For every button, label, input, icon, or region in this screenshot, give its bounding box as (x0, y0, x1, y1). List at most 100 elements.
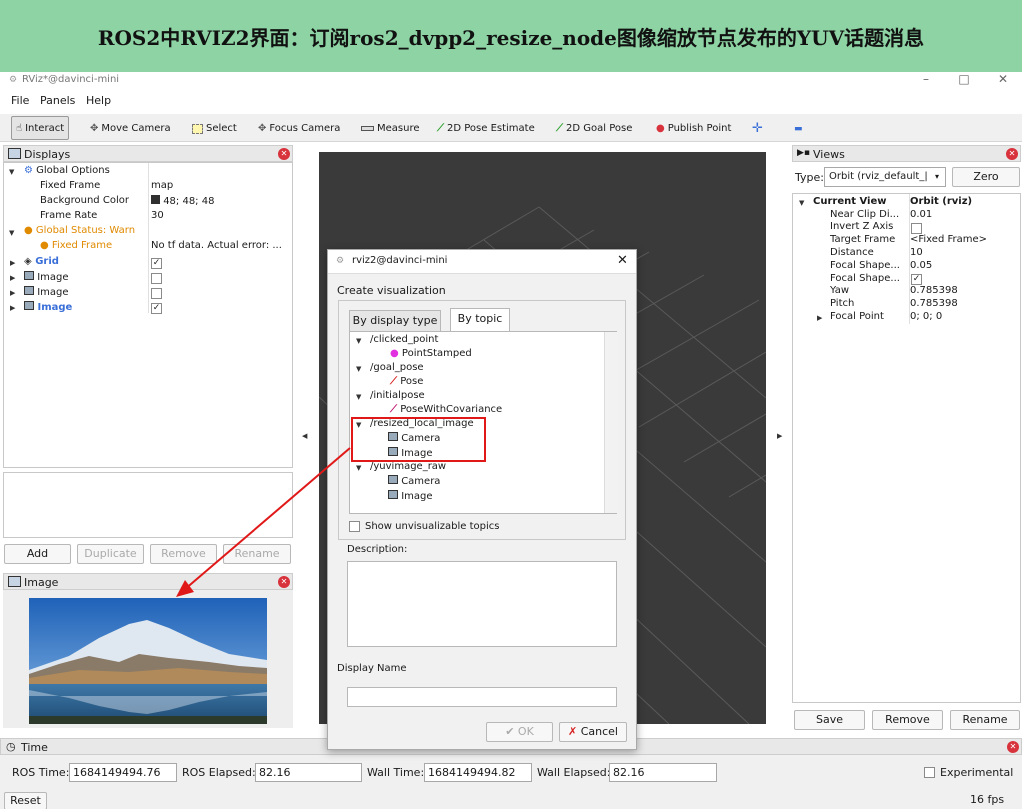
near-clip-value[interactable]: 0.01 (910, 209, 932, 224)
topic-goal-pose[interactable]: /goal_pose (370, 362, 424, 377)
tab-by-display-type[interactable]: By display type (349, 310, 441, 332)
window-title: RViz*@davinci-mini (22, 74, 120, 85)
tree-row-grid[interactable]: ◈ Grid (24, 256, 59, 271)
focal-point-label: Focal Point (830, 311, 884, 322)
duplicate-display-button[interactable]: Duplicate (77, 544, 144, 564)
frame-rate-label: Frame Rate (40, 210, 98, 221)
tab-by-topic[interactable]: By topic (450, 308, 510, 332)
topic-item-pose[interactable]: ⟋ Pose (390, 376, 423, 391)
wall-time-field[interactable]: 1684149494.82 (424, 763, 532, 782)
frame-rate-value[interactable]: 30 (151, 210, 164, 225)
focus-camera-tool[interactable]: ✥ Focus Camera (258, 120, 340, 137)
invert-z-checkbox[interactable] (911, 223, 922, 234)
bg-color-value[interactable]: 48; 48; 48 (151, 195, 214, 210)
menu-panels[interactable]: Panels (40, 94, 75, 107)
expand-caret-icon[interactable]: ▼ (356, 393, 361, 401)
expand-caret-icon[interactable]: ▼ (9, 168, 14, 176)
focal-point-value[interactable]: 0; 0; 0 (910, 311, 942, 326)
menu-help[interactable]: Help (86, 94, 111, 107)
wall-elapsed-field[interactable]: 82.16 (609, 763, 717, 782)
grid-checkbox[interactable]: ✓ (151, 258, 162, 269)
expand-caret-icon[interactable]: ▼ (9, 229, 14, 237)
cancel-label: Cancel (580, 725, 618, 738)
ros-time-field[interactable]: 1684149494.76 (69, 763, 177, 782)
image-1-checkbox[interactable] (151, 273, 162, 284)
tree-row-image-1[interactable]: Image (24, 271, 69, 286)
topic-yuvimage-raw[interactable]: /yuvimage_raw (370, 461, 446, 476)
close-image-panel-icon[interactable]: ✕ (278, 576, 290, 588)
views-tree: ▼ Current View Orbit (rviz) Near Clip Di… (792, 193, 1021, 703)
tree-row-image-2[interactable]: Image (24, 286, 69, 301)
tree-row-global-status[interactable]: ● Global Status: Warn (24, 225, 135, 240)
show-unvisualizable-checkbox[interactable] (349, 521, 360, 532)
global-options-label: Global Options (36, 165, 110, 176)
focal-shape-fixed-checkbox[interactable]: ✓ (911, 274, 922, 285)
collapse-caret-icon[interactable]: ▶ (817, 314, 822, 322)
image-icon (388, 490, 398, 499)
collapse-caret-icon[interactable]: ▶ (10, 274, 15, 282)
collapse-left-arrow-icon[interactable]: ◀ (302, 432, 307, 440)
move-camera-label: Move Camera (101, 123, 171, 134)
rviz-logo-icon: ⚙ (336, 256, 345, 266)
measure-tool[interactable]: Measure (361, 120, 420, 137)
image-2-checkbox[interactable] (151, 288, 162, 299)
add-tool-button[interactable]: ✛ (752, 120, 763, 137)
expand-caret-icon[interactable]: ▼ (356, 365, 361, 373)
goal-pose-tool[interactable]: ⟋ 2D Goal Pose (556, 120, 632, 137)
expand-caret-icon[interactable]: ▼ (799, 199, 804, 207)
expand-caret-icon[interactable]: ▼ (356, 464, 361, 472)
experimental-checkbox[interactable] (924, 767, 935, 778)
close-time-icon[interactable]: ✕ (1007, 741, 1019, 753)
focus-crosshair-icon: ✥ (258, 123, 267, 134)
ok-button[interactable]: ✔ OK (486, 722, 553, 742)
tree-row-global-options[interactable]: ⚙ Global Options (24, 165, 110, 180)
pose-estimate-label: 2D Pose Estimate (447, 123, 535, 134)
close-displays-icon[interactable]: ✕ (278, 148, 290, 160)
close-views-icon[interactable]: ✕ (1006, 148, 1018, 160)
save-view-button[interactable]: Save (794, 710, 865, 730)
chevron-down-icon: ▾ (935, 172, 940, 181)
close-window-button[interactable]: ✕ (993, 72, 1013, 86)
topic-item-pointstamped[interactable]: ● PointStamped (390, 348, 472, 363)
zero-button[interactable]: Zero (952, 167, 1020, 187)
ros-elapsed-label: ROS Elapsed: (182, 766, 256, 779)
display-name-input[interactable] (347, 687, 617, 707)
reset-button[interactable]: Reset (4, 792, 47, 809)
rename-display-button[interactable]: Rename (223, 544, 291, 564)
add-display-button[interactable]: Add (4, 544, 71, 564)
pose-estimate-tool[interactable]: ⟋ 2D Pose Estimate (437, 120, 535, 137)
interact-tool[interactable]: ☝ Interact (11, 116, 70, 140)
topic-tree-scrollbar[interactable] (604, 332, 617, 513)
collapse-right-arrow-icon[interactable]: ▶ (777, 432, 782, 440)
topic-item-camera[interactable]: Camera (388, 475, 440, 490)
status-fixed-frame-value: No tf data. Actual error: ... (151, 240, 282, 251)
move-camera-tool[interactable]: ✥ Move Camera (90, 120, 171, 137)
remove-tool-button[interactable]: ▬ (794, 120, 803, 137)
expand-caret-icon[interactable]: ▼ (356, 337, 361, 345)
image-3-checkbox[interactable]: ✓ (151, 303, 162, 314)
ros-elapsed-field[interactable]: 82.16 (255, 763, 362, 782)
view-type-dropdown[interactable]: Orbit (rviz_default_| ▾ (824, 167, 946, 187)
remove-display-button[interactable]: Remove (150, 544, 217, 564)
close-dialog-icon[interactable]: ✕ (617, 253, 628, 268)
topic-item-image[interactable]: Image (388, 490, 433, 505)
rename-view-button[interactable]: Rename (950, 710, 1020, 730)
create-visualization-dialog: ⚙ rviz2@davinci-mini ✕ Create visualizat… (327, 249, 637, 750)
collapse-caret-icon[interactable]: ▶ (10, 304, 15, 312)
remove-view-button[interactable]: Remove (872, 710, 943, 730)
topic-clicked-point[interactable]: /clicked_point (370, 334, 438, 349)
publish-point-tool[interactable]: ● Publish Point (656, 120, 731, 137)
menu-file[interactable]: File (11, 94, 29, 107)
minimize-button[interactable]: – (916, 72, 936, 86)
maximize-button[interactable]: □ (954, 72, 974, 86)
focal-shape-size-value[interactable]: 0.05 (910, 260, 932, 275)
select-tool[interactable]: Select (192, 120, 237, 137)
topic-initialpose[interactable]: /initialpose (370, 390, 425, 405)
collapse-caret-icon[interactable]: ▶ (10, 259, 15, 267)
bg-color-label: Background Color (40, 195, 129, 206)
cancel-button[interactable]: ✗ Cancel (559, 722, 627, 742)
tree-row-image-3[interactable]: Image (24, 301, 72, 316)
collapse-caret-icon[interactable]: ▶ (10, 289, 15, 297)
fixed-frame-value[interactable]: map (151, 180, 173, 195)
status-fixed-frame-row[interactable]: ● Fixed Frame (40, 240, 112, 255)
